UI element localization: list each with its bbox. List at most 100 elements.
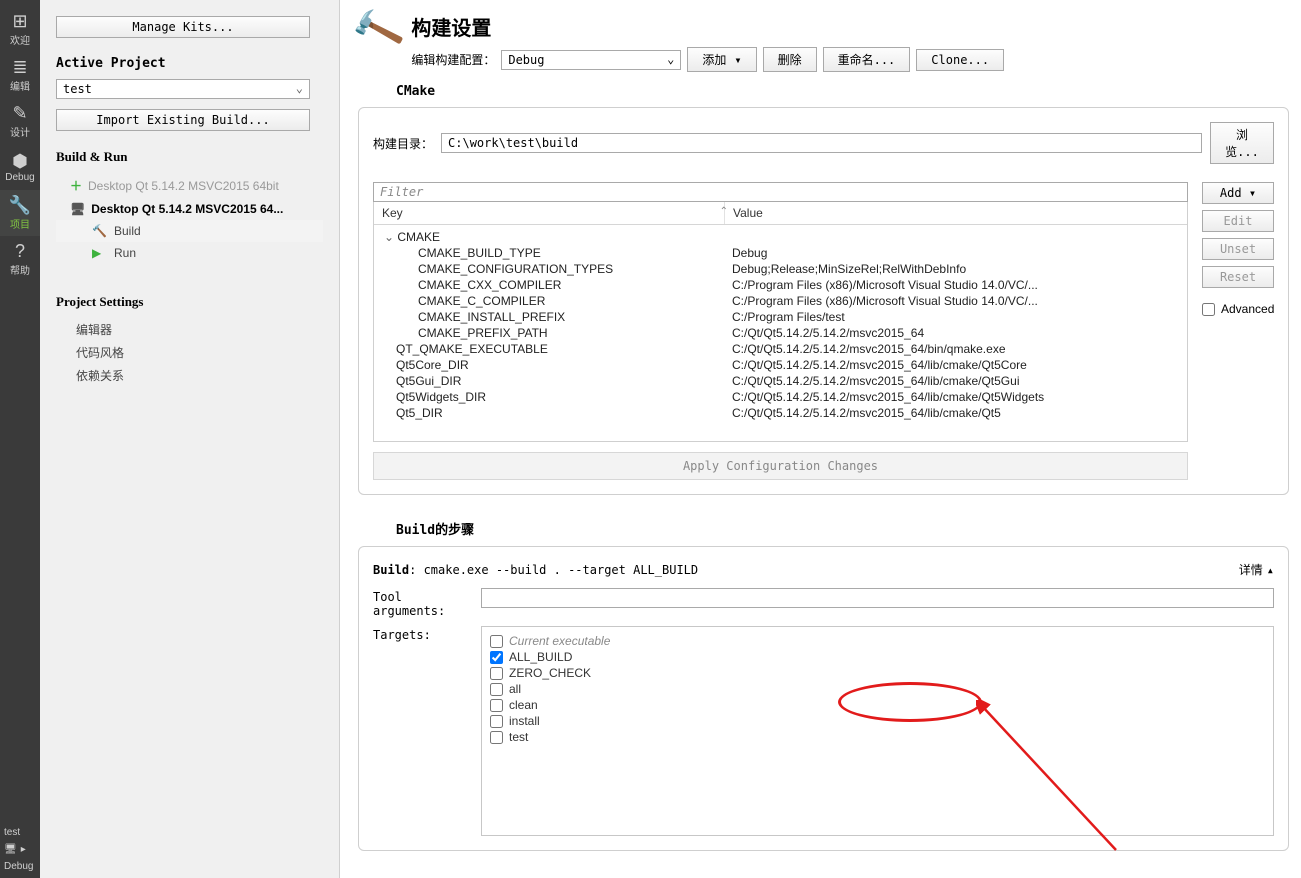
add-config-button[interactable]: 添加▾ — [687, 47, 756, 72]
build-step-cmd: cmake.exe --build . --target ALL_BUILD — [424, 563, 699, 577]
advanced-checkbox[interactable] — [1202, 303, 1215, 316]
mode-label: 设计 — [10, 124, 30, 139]
target-checkbox[interactable] — [490, 715, 503, 728]
mode-Debug[interactable]: ⬢Debug — [0, 144, 40, 190]
hammer-icon: 🔨 — [92, 224, 106, 238]
mode-label: 帮助 — [10, 262, 30, 277]
projects-side-panel: Manage Kits... Active Project test Impor… — [40, 0, 340, 878]
tool-args-input[interactable] — [481, 588, 1274, 608]
kit-inactive[interactable]: ＋ Desktop Qt 5.14.2 MSVC2015 64bit — [56, 173, 323, 198]
project-select[interactable]: test — [56, 79, 310, 99]
table-row[interactable]: CMAKE_BUILD_TYPEDebug — [374, 245, 1187, 261]
table-row[interactable]: CMAKE_CXX_COMPILERC:/Program Files (x86)… — [374, 277, 1187, 293]
table-row[interactable]: Qt5Core_DIRC:/Qt/Qt5.14.2/5.14.2/msvc201… — [374, 357, 1187, 373]
cmake-unset-button[interactable]: Unset — [1202, 238, 1274, 260]
table-row[interactable]: CMAKE_CONFIGURATION_TYPESDebug;Release;M… — [374, 261, 1187, 277]
mode-icon: ≣ — [12, 58, 27, 76]
target-checkbox[interactable] — [490, 683, 503, 696]
col-value[interactable]: Value — [724, 202, 1187, 224]
kit-active-label: Desktop Qt 5.14.2 MSVC2015 64... — [91, 202, 283, 216]
build-dir-input[interactable] — [441, 133, 1202, 153]
main-content: 🔨 构建设置 编辑构建配置： Debug 添加▾ 删除 重命名... Clone… — [340, 0, 1301, 878]
val-cell: C:/Qt/Qt5.14.2/5.14.2/msvc2015_64 — [724, 325, 1187, 341]
mode-icon: ⬢ — [12, 152, 28, 170]
mode-欢迎[interactable]: ⊞欢迎 — [0, 6, 40, 52]
table-row[interactable]: Qt5Widgets_DIRC:/Qt/Qt5.14.2/5.14.2/msvc… — [374, 389, 1187, 405]
config-name-small: Debug — [0, 859, 40, 874]
run-button[interactable]: 🖥 ▸ — [0, 840, 30, 859]
settings-item[interactable]: 编辑器 — [76, 318, 323, 341]
filter-input[interactable]: Filter — [373, 182, 1188, 202]
project-settings-list: 编辑器代码风格依赖关系 — [56, 318, 323, 387]
target-item[interactable]: test — [490, 729, 1265, 745]
table-group[interactable]: CMAKE — [374, 229, 724, 245]
hammer-icon: 🔨 — [349, 5, 406, 57]
target-item[interactable]: ZERO_CHECK — [490, 665, 1265, 681]
val-cell: C:/Qt/Qt5.14.2/5.14.2/msvc2015_64/lib/cm… — [724, 357, 1187, 373]
target-checkbox[interactable] — [490, 651, 503, 664]
cmake-edit-button[interactable]: Edit — [1202, 210, 1274, 232]
settings-item[interactable]: 代码风格 — [76, 341, 323, 364]
cmake-add-button[interactable]: Add ▾ — [1202, 182, 1274, 204]
kit-active[interactable]: 🖥 Desktop Qt 5.14.2 MSVC2015 64... — [56, 198, 323, 220]
kit-inactive-label: Desktop Qt 5.14.2 MSVC2015 64bit — [88, 179, 279, 193]
key-cell: CMAKE_BUILD_TYPE — [374, 245, 724, 261]
target-item[interactable]: Current executable — [490, 633, 1265, 649]
cmake-reset-button[interactable]: Reset — [1202, 266, 1274, 288]
target-item[interactable]: all — [490, 681, 1265, 697]
table-row[interactable]: CMAKE_PREFIX_PATHC:/Qt/Qt5.14.2/5.14.2/m… — [374, 325, 1187, 341]
table-row[interactable]: QT_QMAKE_EXECUTABLEC:/Qt/Qt5.14.2/5.14.2… — [374, 341, 1187, 357]
build-config-select[interactable]: Debug — [501, 50, 681, 70]
target-label: all — [509, 682, 521, 696]
build-config-value: Debug — [508, 53, 544, 67]
targets-list: Current executableALL_BUILDZERO_CHECKall… — [481, 626, 1274, 836]
details-toggle[interactable]: 详情 ▴ — [1239, 561, 1274, 578]
chevron-up-icon: ▴ — [1267, 563, 1274, 577]
target-label: clean — [509, 698, 538, 712]
browse-button[interactable]: 浏览... — [1210, 122, 1274, 164]
target-item[interactable]: clean — [490, 697, 1265, 713]
mode-设计[interactable]: ✎设计 — [0, 98, 40, 144]
tree-run[interactable]: ▶ Run — [56, 242, 323, 264]
key-cell: Qt5Core_DIR — [374, 357, 724, 373]
active-project-title: Active Project — [56, 56, 323, 71]
val-cell: C:/Program Files (x86)/Microsoft Visual … — [724, 277, 1187, 293]
val-cell: C:/Qt/Qt5.14.2/5.14.2/msvc2015_64/lib/cm… — [724, 389, 1187, 405]
tree-build[interactable]: 🔨 Build — [56, 220, 323, 242]
table-row[interactable]: Qt5_DIRC:/Qt/Qt5.14.2/5.14.2/msvc2015_64… — [374, 405, 1187, 421]
settings-item[interactable]: 依赖关系 — [76, 364, 323, 387]
rename-config-button[interactable]: 重命名... — [823, 47, 911, 72]
target-item[interactable]: ALL_BUILD — [490, 649, 1265, 665]
target-checkbox[interactable] — [490, 667, 503, 680]
table-row[interactable]: CMAKE_INSTALL_PREFIXC:/Program Files/tes… — [374, 309, 1187, 325]
targets-label: Targets: — [373, 626, 469, 642]
col-key[interactable]: Key — [374, 202, 724, 224]
target-item[interactable]: install — [490, 713, 1265, 729]
target-checkbox[interactable] — [490, 635, 503, 648]
delete-config-button[interactable]: 删除 — [763, 47, 817, 72]
val-cell: C:/Qt/Qt5.14.2/5.14.2/msvc2015_64/bin/qm… — [724, 341, 1187, 357]
cmake-panel: 构建目录： 浏览... Filter Key Value CMAKECMAKE_… — [358, 107, 1289, 495]
target-checkbox[interactable] — [490, 699, 503, 712]
import-build-button[interactable]: Import Existing Build... — [56, 109, 310, 131]
tree-build-label: Build — [114, 224, 141, 238]
key-cell: CMAKE_PREFIX_PATH — [374, 325, 724, 341]
target-label: test — [509, 730, 528, 744]
val-cell: C:/Qt/Qt5.14.2/5.14.2/msvc2015_64/lib/cm… — [724, 405, 1187, 421]
clone-config-button[interactable]: Clone... — [916, 49, 1004, 71]
val-cell: C:/Qt/Qt5.14.2/5.14.2/msvc2015_64/lib/cm… — [724, 373, 1187, 389]
target-checkbox[interactable] — [490, 731, 503, 744]
build-step-name: Build — [373, 563, 409, 577]
apply-config-button[interactable]: Apply Configuration Changes — [373, 452, 1188, 480]
build-run-title: Build & Run — [56, 149, 323, 165]
tree-run-label: Run — [114, 246, 136, 260]
mode-项目[interactable]: 🔧项目 — [0, 190, 40, 236]
caret-down-icon: ▾ — [1249, 186, 1256, 200]
monitor-icon: 🖥 — [70, 202, 85, 216]
table-row[interactable]: CMAKE_C_COMPILERC:/Program Files (x86)/M… — [374, 293, 1187, 309]
manage-kits-button[interactable]: Manage Kits... — [56, 16, 310, 38]
mode-帮助[interactable]: ?帮助 — [0, 236, 40, 282]
key-cell: Qt5_DIR — [374, 405, 724, 421]
mode-编辑[interactable]: ≣编辑 — [0, 52, 40, 98]
table-row[interactable]: Qt5Gui_DIRC:/Qt/Qt5.14.2/5.14.2/msvc2015… — [374, 373, 1187, 389]
